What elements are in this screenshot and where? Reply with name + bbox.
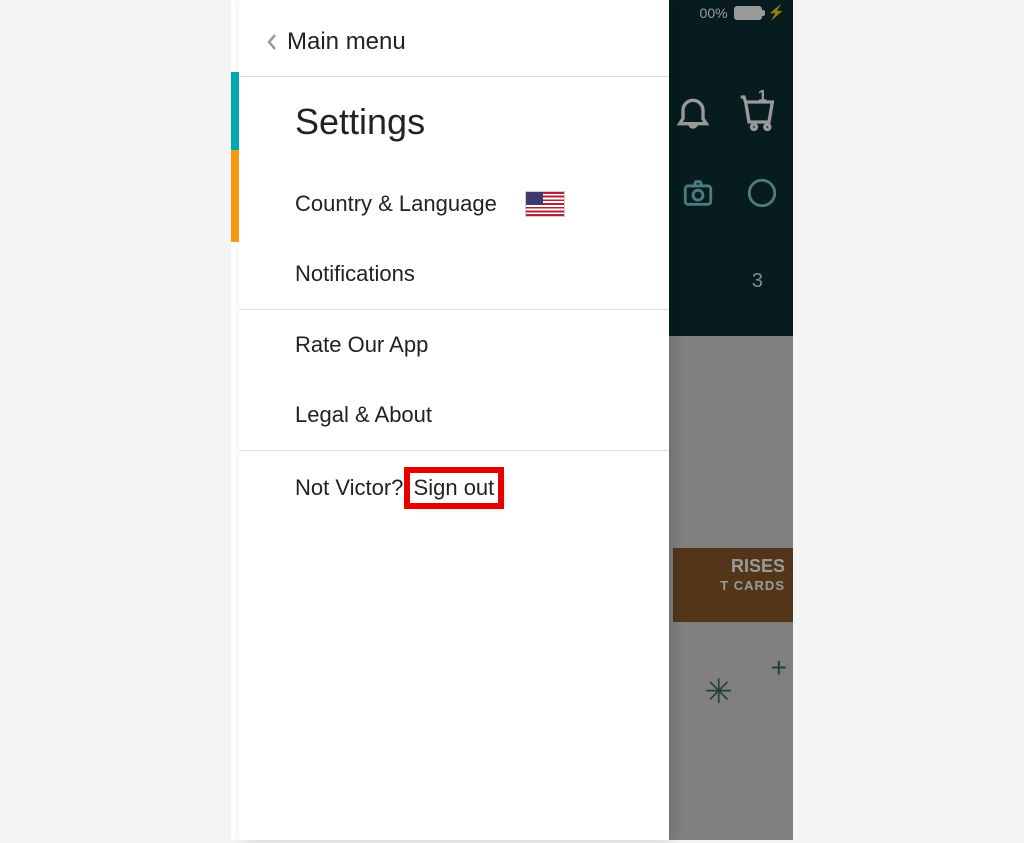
sub-header-icons: [681, 176, 779, 215]
banner-line1: RISES: [681, 556, 785, 578]
menu-item-rate-app[interactable]: Rate Our App: [239, 309, 669, 380]
promo-banner: RISES T CARDS: [673, 548, 793, 622]
alexa-icon[interactable]: [745, 176, 779, 215]
decoration-plus: +: [771, 652, 787, 684]
menu-item-legal-about[interactable]: Legal & About: [239, 380, 669, 450]
cart-icon[interactable]: 1: [739, 92, 779, 137]
banner-line2: T CARDS: [681, 578, 785, 594]
rate-app-label: Rate Our App: [295, 332, 428, 358]
decoration-asterisk: ✳: [705, 672, 734, 712]
legal-about-label: Legal & About: [295, 402, 432, 428]
back-label: Main menu: [287, 28, 406, 56]
bell-icon[interactable]: [673, 92, 713, 137]
us-flag-icon: [525, 191, 565, 217]
signout-link[interactable]: Sign out: [410, 473, 499, 503]
chevron-left-icon: [267, 33, 277, 51]
battery-percent-text: 00%: [700, 5, 728, 21]
settings-drawer: Main menu Settings Country & Language No…: [239, 0, 669, 840]
battery-icon: [734, 6, 762, 20]
notifications-label: Notifications: [295, 261, 415, 287]
cart-badge: 1: [758, 88, 767, 106]
bg-partial-text: 3: [752, 270, 763, 293]
menu-item-country-language[interactable]: Country & Language: [239, 169, 669, 239]
page-title: Settings: [239, 77, 669, 169]
phone-frame: 00% ⚡ 1 3 RISES T CARDS: [231, 0, 793, 840]
side-accent-teal: [231, 72, 239, 150]
menu-item-notifications[interactable]: Notifications: [239, 239, 669, 309]
signout-prefix: Not Victor?: [295, 475, 410, 500]
country-language-label: Country & Language: [295, 191, 497, 217]
back-to-main-menu[interactable]: Main menu: [239, 0, 669, 77]
background-app: 00% ⚡ 1 3 RISES T CARDS: [669, 0, 793, 840]
camera-icon[interactable]: [681, 176, 715, 215]
status-bar: 00% ⚡: [700, 4, 785, 21]
header-icons: 1: [673, 92, 779, 137]
side-accent-orange: [231, 150, 239, 242]
charging-icon: ⚡: [768, 4, 785, 21]
signout-row: Not Victor? Sign out: [239, 450, 669, 525]
